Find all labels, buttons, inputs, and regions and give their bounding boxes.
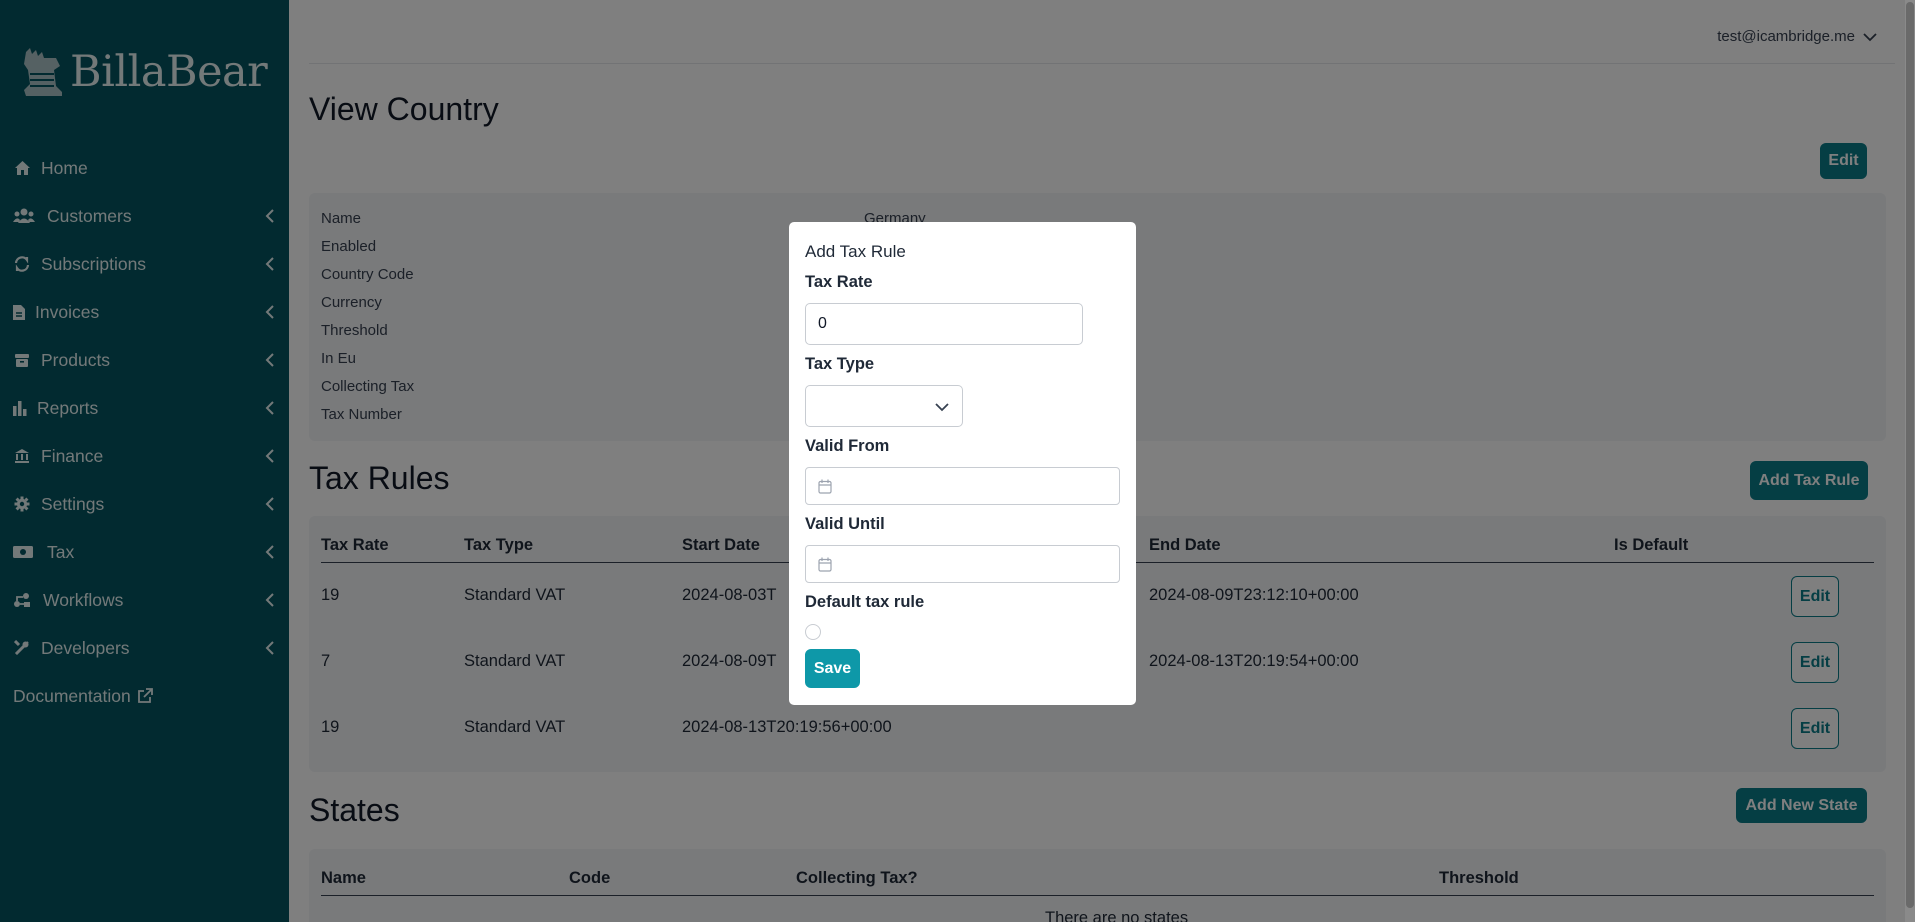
valid-from-label: Valid From xyxy=(805,437,890,455)
add-tax-rule-modal: Add Tax Rule Tax Rate Tax Type Valid Fro… xyxy=(789,222,1136,705)
scrollbar-thumb[interactable] xyxy=(1906,2,1914,908)
default-tax-rule-label: Default tax rule xyxy=(805,593,925,611)
chevron-down-icon xyxy=(935,403,949,412)
tax-rate-input[interactable] xyxy=(805,303,1083,345)
tax-type-label: Tax Type xyxy=(805,355,875,373)
valid-until-date-input[interactable] xyxy=(805,545,1120,583)
default-tax-rule-toggle[interactable] xyxy=(805,624,821,640)
valid-from-date-input[interactable] xyxy=(805,467,1120,505)
tax-rate-label: Tax Rate xyxy=(805,273,873,291)
save-button[interactable]: Save xyxy=(805,649,860,688)
calendar-icon xyxy=(818,557,832,572)
valid-until-label: Valid Until xyxy=(805,515,885,533)
page-scrollbar[interactable] xyxy=(1905,0,1915,922)
modal-title: Add Tax Rule xyxy=(805,242,906,261)
calendar-icon xyxy=(818,479,832,494)
tax-type-select[interactable] xyxy=(805,385,963,427)
